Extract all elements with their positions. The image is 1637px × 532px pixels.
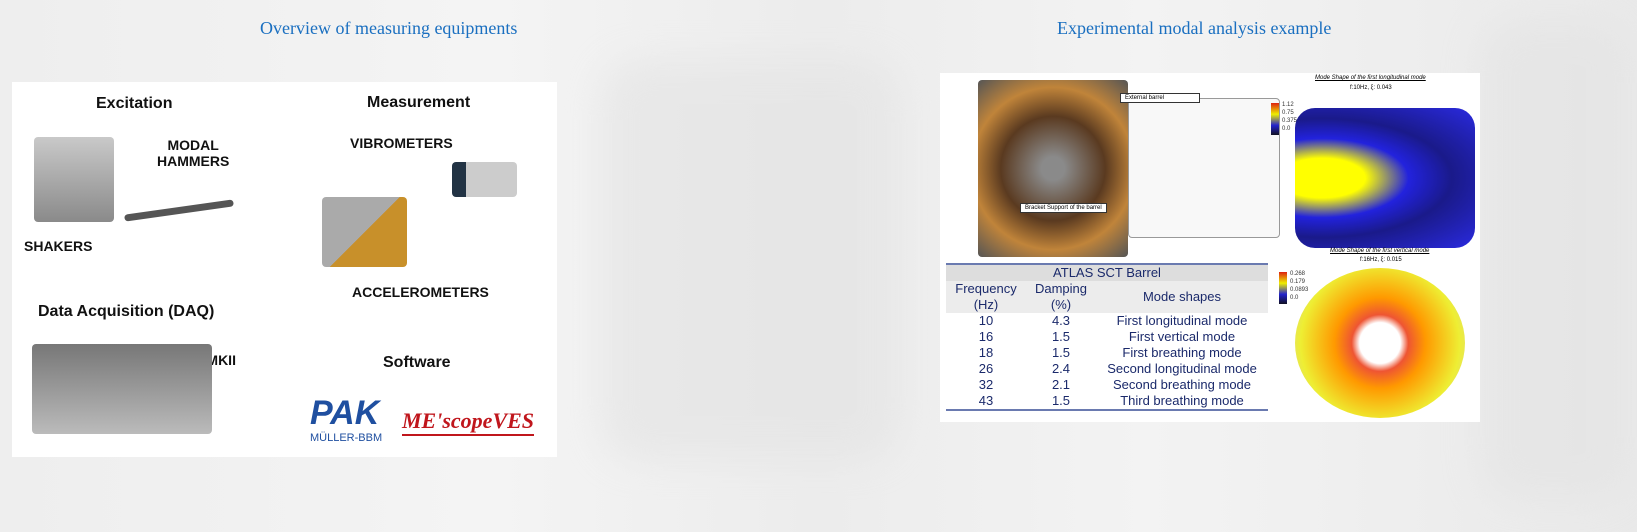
muller-bbm-logo: MÜLLER-BBM: [310, 432, 383, 444]
mode2-title: Mode Shape of the first vertical mode: [1330, 248, 1430, 254]
table-cell: 32: [978, 377, 994, 392]
mode2-color-scale: [1279, 272, 1287, 304]
hammer-photo: [124, 199, 234, 222]
table-cell: 2.4: [1051, 361, 1071, 376]
table-cell: Third breathing mode: [1120, 393, 1244, 408]
shaker-photo: [34, 137, 114, 222]
table-row: 26 2.4 Second longitudinal mode: [946, 361, 1268, 377]
mode1-color-scale: [1271, 103, 1279, 135]
table-cell: 26: [978, 361, 994, 376]
vibrometer-photo: [452, 162, 517, 197]
table-cell: 10: [978, 313, 994, 328]
table-row: 10 4.3 First longitudinal mode: [946, 313, 1268, 329]
measurement-label: Measurement: [367, 94, 471, 111]
bracket-label: Bracket Support of the barrel: [1020, 203, 1107, 213]
table-cell: 4.3: [1051, 313, 1071, 328]
daq-photo: [32, 344, 212, 434]
accelerometers-label: ACCELEROMETERS: [352, 284, 489, 300]
daq-label: Data Acquisition (DAQ): [38, 303, 215, 320]
col-damping: Damping (%): [1034, 281, 1088, 312]
modal-hammers-label: MODAL HAMMERS: [157, 137, 230, 169]
pak-logo: PAK: [310, 394, 380, 432]
table-cell: 43: [978, 393, 994, 408]
mode1-subtitle: f:10Hz, ξ: 0.043: [1350, 85, 1392, 91]
table-cell: 1.5: [1051, 329, 1071, 344]
table-row: 18 1.5 First breathing mode: [946, 345, 1268, 361]
table-cell: Second breathing mode: [1112, 377, 1252, 392]
table-title: ATLAS SCT Barrel: [1053, 265, 1161, 280]
barrel-photo: [978, 80, 1128, 257]
modes-table: ATLAS SCT Barrel Frequency (Hz) Damping (…: [946, 263, 1268, 411]
table-cell: First vertical mode: [1128, 329, 1236, 344]
mode2-subtitle: f:16Hz, ξ: 0.015: [1360, 257, 1402, 263]
mode1-shape-render: [1295, 108, 1475, 248]
col-frequency: Frequency (Hz): [955, 281, 1017, 312]
background-decoration: [600, 60, 900, 460]
background-decoration: [1480, 20, 1630, 500]
table-row: 32 2.1 Second breathing mode: [946, 377, 1268, 393]
modal-analysis-image: External barrel Bracket Support of the b…: [940, 73, 1480, 422]
mode2-shape-render: [1295, 268, 1465, 418]
accelerometer-photo: [322, 197, 407, 267]
table-cell: First longitudinal mode: [1116, 313, 1248, 328]
equipment-overview-image: Excitation Measurement MODAL HAMMERS SHA…: [12, 82, 557, 457]
table-row: 43 1.5 Third breathing mode: [946, 393, 1268, 410]
table-cell: 18: [978, 345, 994, 360]
mode2-scale-labels: 0.268 0.179 0.0893 0.0: [1290, 271, 1309, 301]
col-mode-shapes: Mode shapes: [1142, 289, 1222, 304]
table-cell: First breathing mode: [1122, 345, 1242, 360]
shakers-label: SHAKERS: [24, 238, 93, 254]
table-cell: 2.1: [1051, 377, 1071, 392]
table-cell: 16: [978, 329, 994, 344]
table-row: 16 1.5 First vertical mode: [946, 329, 1268, 345]
left-heading: Overview of measuring equipments: [260, 18, 518, 38]
mode1-title: Mode Shape of the first longitudinal mod…: [1315, 75, 1426, 81]
barrel-drawing: [1128, 98, 1280, 238]
table-cell: 1.5: [1051, 345, 1071, 360]
external-barrel-label: External barrel: [1120, 93, 1200, 103]
table-cell: 1.5: [1051, 393, 1071, 408]
software-label: Software: [383, 354, 451, 371]
vibrometers-label: VIBROMETERS: [350, 135, 453, 151]
mescope-logo: ME'scopeVES: [402, 408, 535, 436]
right-heading: Experimental modal analysis example: [1057, 18, 1332, 38]
excitation-label: Excitation: [96, 95, 173, 112]
table-cell: Second longitudinal mode: [1107, 361, 1257, 376]
